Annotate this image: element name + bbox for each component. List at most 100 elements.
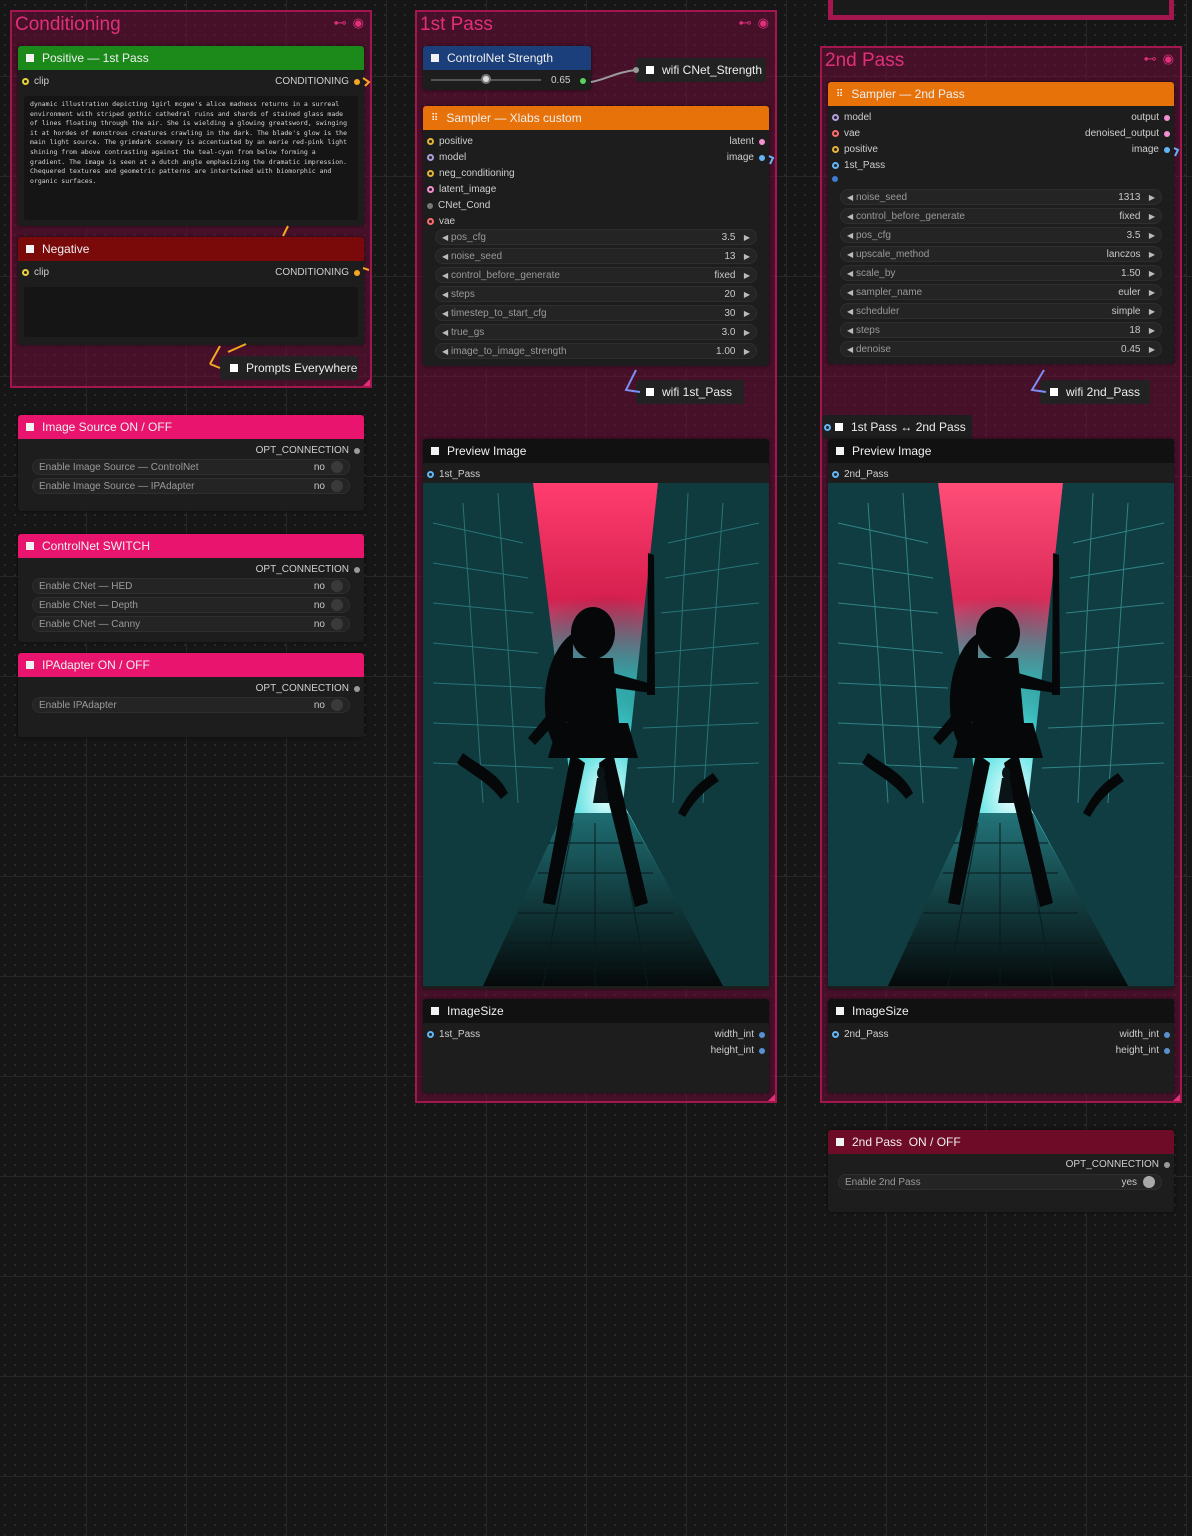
controlnet-strength-node[interactable]: ControlNet Strength 0.65	[423, 46, 591, 90]
controlnet-switch-node[interactable]: ControlNet SWITCH OPT_CONNECTION Enable …	[18, 534, 364, 642]
output-slot-image[interactable]: image	[1132, 144, 1170, 155]
right-arrow-icon[interactable]: ▶	[744, 252, 750, 261]
input-slot-1st-pass[interactable]: 1st_Pass	[832, 160, 885, 171]
output-slot-opt-connection[interactable]: OPT_CONNECTION	[1066, 1159, 1170, 1170]
right-arrow-icon[interactable]: ▶	[1149, 231, 1155, 240]
sampler-2nd-pass-node[interactable]: ⠿ Sampler — 2nd Pass model vae positive …	[828, 82, 1174, 364]
left-arrow-icon[interactable]: ◀	[442, 309, 448, 318]
right-arrow-icon[interactable]: ▶	[1149, 288, 1155, 297]
input-slot-clip[interactable]: clip	[22, 267, 49, 278]
output-slot-width-int[interactable]: width_int	[1120, 1029, 1170, 1040]
left-arrow-icon[interactable]: ◀	[442, 233, 448, 242]
widget-scale-by[interactable]: ◀ scale_by 1.50 ▶	[840, 265, 1162, 281]
imagesize-node-1[interactable]: ImageSize 1st_Pass width_int height_int	[423, 999, 769, 1093]
right-arrow-icon[interactable]: ▶	[744, 347, 750, 356]
left-arrow-icon[interactable]: ◀	[442, 347, 448, 356]
input-slot-1st-pass[interactable]: 1st_Pass	[427, 469, 480, 480]
wifi-1st-pass-node[interactable]: wifi 1st_Pass	[636, 380, 744, 404]
output-slot-opt-connection[interactable]: OPT_CONNECTION	[256, 445, 360, 456]
prompts-everywhere-node[interactable]: Prompts Everywhere	[220, 356, 358, 380]
right-arrow-icon[interactable]: ▶	[1149, 212, 1155, 221]
input-slot-2nd-pass[interactable]: 2nd_Pass	[832, 469, 888, 480]
widget-noise-seed[interactable]: ◀ noise_seed 1313 ▶	[840, 189, 1162, 205]
left-arrow-icon[interactable]: ◀	[442, 252, 448, 261]
left-arrow-icon[interactable]: ◀	[847, 250, 853, 259]
widget-control-before-generate[interactable]: ◀ control_before_generate fixed ▶	[840, 208, 1162, 224]
node-header[interactable]: Negative	[18, 237, 364, 261]
input-slot-extra[interactable]	[832, 176, 843, 182]
right-arrow-icon[interactable]: ▶	[1149, 345, 1155, 354]
output-slot-denoised-output[interactable]: denoised_output	[1085, 128, 1170, 139]
resize-handle[interactable]	[1173, 1094, 1180, 1101]
widget-steps[interactable]: ◀ steps 20 ▶	[435, 286, 757, 302]
right-arrow-icon[interactable]: ▶	[1149, 307, 1155, 316]
left-arrow-icon[interactable]: ◀	[847, 345, 853, 354]
node-header[interactable]: ControlNet SWITCH	[18, 534, 364, 558]
positive-node[interactable]: Positive — 1st Pass clip CONDITIONING dy…	[18, 46, 364, 226]
node-header[interactable]: ⠿ Sampler — Xlabs custom	[423, 106, 769, 130]
toggle-enable-cnet-canny[interactable]: Enable CNet — Canny no	[32, 616, 350, 632]
input-slot-model[interactable]: model	[427, 152, 466, 163]
widget-image-to-image-strength[interactable]: ◀ image_to_image_strength 1.00 ▶	[435, 343, 757, 359]
right-arrow-icon[interactable]: ▶	[744, 328, 750, 337]
right-arrow-icon[interactable]: ▶	[1149, 269, 1155, 278]
right-arrow-icon[interactable]: ▶	[744, 271, 750, 280]
output-slot-output[interactable]: output	[1131, 112, 1170, 123]
output-slot-height-int[interactable]: height_int	[711, 1045, 765, 1056]
output-slot-width-int[interactable]: width_int	[715, 1029, 765, 1040]
pass-switch-node[interactable]: 1st Pass ↔ 2nd Pass	[822, 415, 972, 439]
output-slot-image[interactable]: image	[727, 152, 765, 163]
resize-handle[interactable]	[363, 379, 370, 386]
ipadapter-node[interactable]: IPAdapter ON / OFF OPT_CONNECTION Enable…	[18, 653, 364, 737]
widget-pos-cfg[interactable]: ◀ pos_cfg 3.5 ▶	[435, 229, 757, 245]
preview-image-node-1[interactable]: Preview Image 1st_Pass	[423, 439, 769, 989]
eye-icon[interactable]: ◉	[758, 16, 769, 30]
output-slot-latent[interactable]: latent	[730, 136, 765, 147]
prompt-textarea[interactable]	[24, 287, 358, 337]
right-arrow-icon[interactable]: ▶	[1149, 193, 1155, 202]
left-arrow-icon[interactable]: ◀	[442, 290, 448, 299]
node-header[interactable]: Image Source ON / OFF	[18, 415, 364, 439]
output-slot-height-int[interactable]: height_int	[1116, 1045, 1170, 1056]
widget-control-before-generate[interactable]: ◀ control_before_generate fixed ▶	[435, 267, 757, 283]
right-arrow-icon[interactable]: ▶	[1149, 326, 1155, 335]
prompt-textarea[interactable]: dynamic illustration depicting 1girl mcg…	[24, 96, 358, 220]
left-arrow-icon[interactable]: ◀	[442, 271, 448, 280]
widget-scheduler[interactable]: ◀ scheduler simple ▶	[840, 303, 1162, 319]
left-arrow-icon[interactable]: ◀	[847, 288, 853, 297]
node-header[interactable]: Preview Image	[423, 439, 769, 463]
output-slot-conditioning[interactable]: CONDITIONING	[275, 76, 360, 87]
input-slot-positive[interactable]: positive	[832, 144, 878, 155]
second-pass-toggle-node[interactable]: 2nd Pass ON / OFF OPT_CONNECTION Enable …	[828, 1130, 1174, 1212]
right-arrow-icon[interactable]: ▶	[744, 233, 750, 242]
image-source-node[interactable]: Image Source ON / OFF OPT_CONNECTION Ena…	[18, 415, 364, 511]
input-slot-model[interactable]: model	[832, 112, 871, 123]
input-slot-vae[interactable]: vae	[427, 216, 455, 227]
left-arrow-icon[interactable]: ◀	[847, 307, 853, 316]
input-slot-cnet-cond[interactable]: CNet_Cond	[427, 200, 490, 211]
pin-icon[interactable]: ⊷	[334, 16, 347, 30]
toggle-enable-cnet-hed[interactable]: Enable CNet — HED no	[32, 578, 350, 594]
widget-steps[interactable]: ◀ steps 18 ▶	[840, 322, 1162, 338]
wifi-cnet-strength-node[interactable]: wifi CNet_Strength	[636, 58, 766, 82]
widget-pos-cfg[interactable]: ◀ pos_cfg 3.5 ▶	[840, 227, 1162, 243]
toggle-enable-cnet-depth[interactable]: Enable CNet — Depth no	[32, 597, 350, 613]
node-header[interactable]: Preview Image	[828, 439, 1174, 463]
input-slot-1st-pass[interactable]: 1st_Pass	[427, 1029, 480, 1040]
widget-timestep-to-start-cfg[interactable]: ◀ timestep_to_start_cfg 30 ▶	[435, 305, 757, 321]
widget-upscale-method[interactable]: ◀ upscale_method lanczos ▶	[840, 246, 1162, 262]
input-slot-2nd-pass[interactable]: 2nd_Pass	[832, 1029, 888, 1040]
widget-noise-seed[interactable]: ◀ noise_seed 13 ▶	[435, 248, 757, 264]
left-arrow-icon[interactable]: ◀	[847, 193, 853, 202]
input-slot-clip[interactable]: clip	[22, 76, 49, 87]
toggle-enable-ipadapter[interactable]: Enable IPAdapter no	[32, 697, 350, 713]
right-arrow-icon[interactable]: ▶	[744, 290, 750, 299]
node-header[interactable]: ImageSize	[423, 999, 769, 1023]
pin-icon[interactable]: ⊷	[1144, 52, 1157, 66]
node-header[interactable]: ⠿ Sampler — 2nd Pass	[828, 82, 1174, 106]
input-slot-neg-conditioning[interactable]: neg_conditioning	[427, 168, 515, 179]
pin-icon[interactable]: ⊷	[739, 16, 752, 30]
input-slot-vae[interactable]: vae	[832, 128, 860, 139]
left-arrow-icon[interactable]: ◀	[847, 269, 853, 278]
preview-image-node-2[interactable]: Preview Image 2nd_Pass	[828, 439, 1174, 989]
